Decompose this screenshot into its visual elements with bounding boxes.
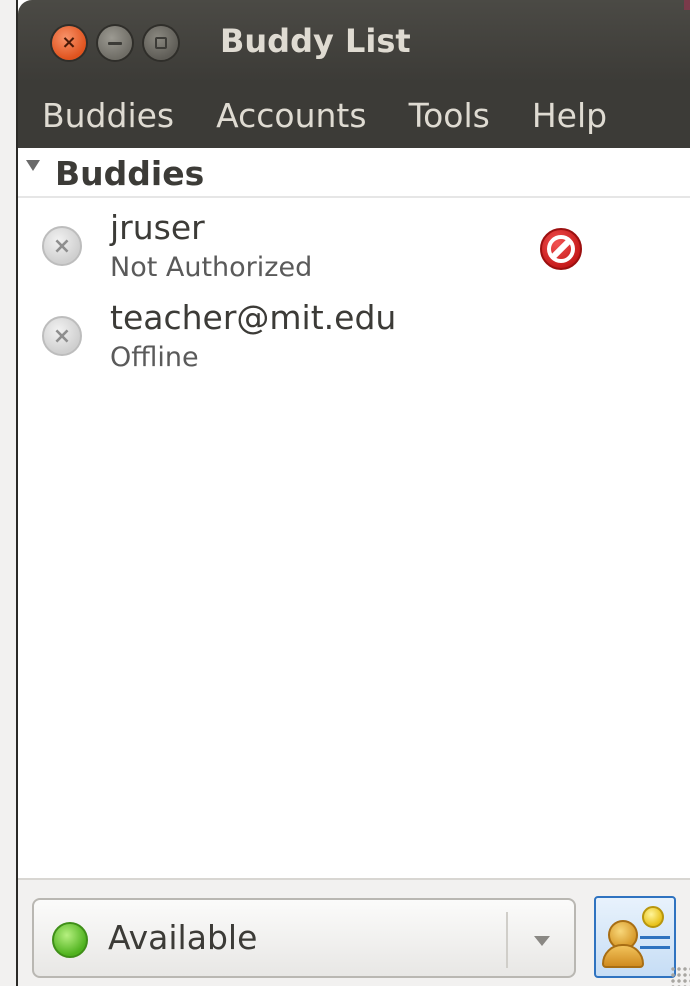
window-left-edge xyxy=(0,0,18,986)
status-label: Available xyxy=(108,918,258,957)
available-icon xyxy=(52,922,88,958)
buddy-group-header[interactable]: Buddies xyxy=(18,148,690,198)
maximize-icon xyxy=(155,37,167,49)
menu-accounts[interactable]: Accounts xyxy=(195,96,387,135)
blocked-icon xyxy=(540,228,582,270)
buddy-group-label: Buddies xyxy=(55,154,205,193)
menu-help[interactable]: Help xyxy=(511,96,628,135)
person-body xyxy=(602,944,644,968)
image-line xyxy=(640,936,670,939)
titlebar[interactable]: × Buddy List xyxy=(18,0,690,82)
buddy-row-teacher[interactable]: × teacher@mit.edu Offline xyxy=(18,294,690,384)
minimize-icon xyxy=(108,41,122,45)
menu-buddies[interactable]: Buddies xyxy=(18,96,195,135)
buddy-status: Offline xyxy=(110,342,199,373)
buddy-status: Not Authorized xyxy=(110,252,313,283)
offline-icon: × xyxy=(42,226,82,266)
offline-icon: × xyxy=(42,316,82,356)
buddy-icon-button[interactable] xyxy=(594,896,676,978)
menubar: Buddies Accounts Tools Help xyxy=(18,82,690,148)
buddy-name: jruser xyxy=(110,208,205,247)
menu-tools[interactable]: Tools xyxy=(388,96,511,135)
buddy-list-window: × Buddy List Buddies Accounts Tools Help… xyxy=(0,0,690,986)
buddy-row-jruser[interactable]: × jruser Not Authorized xyxy=(18,204,690,294)
sun-icon xyxy=(642,906,664,928)
maximize-window-button[interactable] xyxy=(144,26,178,60)
chevron-down-icon[interactable] xyxy=(534,936,550,946)
expander-triangle-icon[interactable] xyxy=(26,160,40,171)
resize-grip[interactable] xyxy=(670,966,690,986)
status-selector[interactable]: Available xyxy=(32,898,576,978)
status-bar: Available xyxy=(18,878,690,986)
close-window-button[interactable]: × xyxy=(52,26,86,60)
window-title: Buddy List xyxy=(220,22,411,60)
minimize-window-button[interactable] xyxy=(98,26,132,60)
image-line xyxy=(640,946,670,949)
dropdown-separator xyxy=(506,912,508,968)
buddy-name: teacher@mit.edu xyxy=(110,298,397,337)
